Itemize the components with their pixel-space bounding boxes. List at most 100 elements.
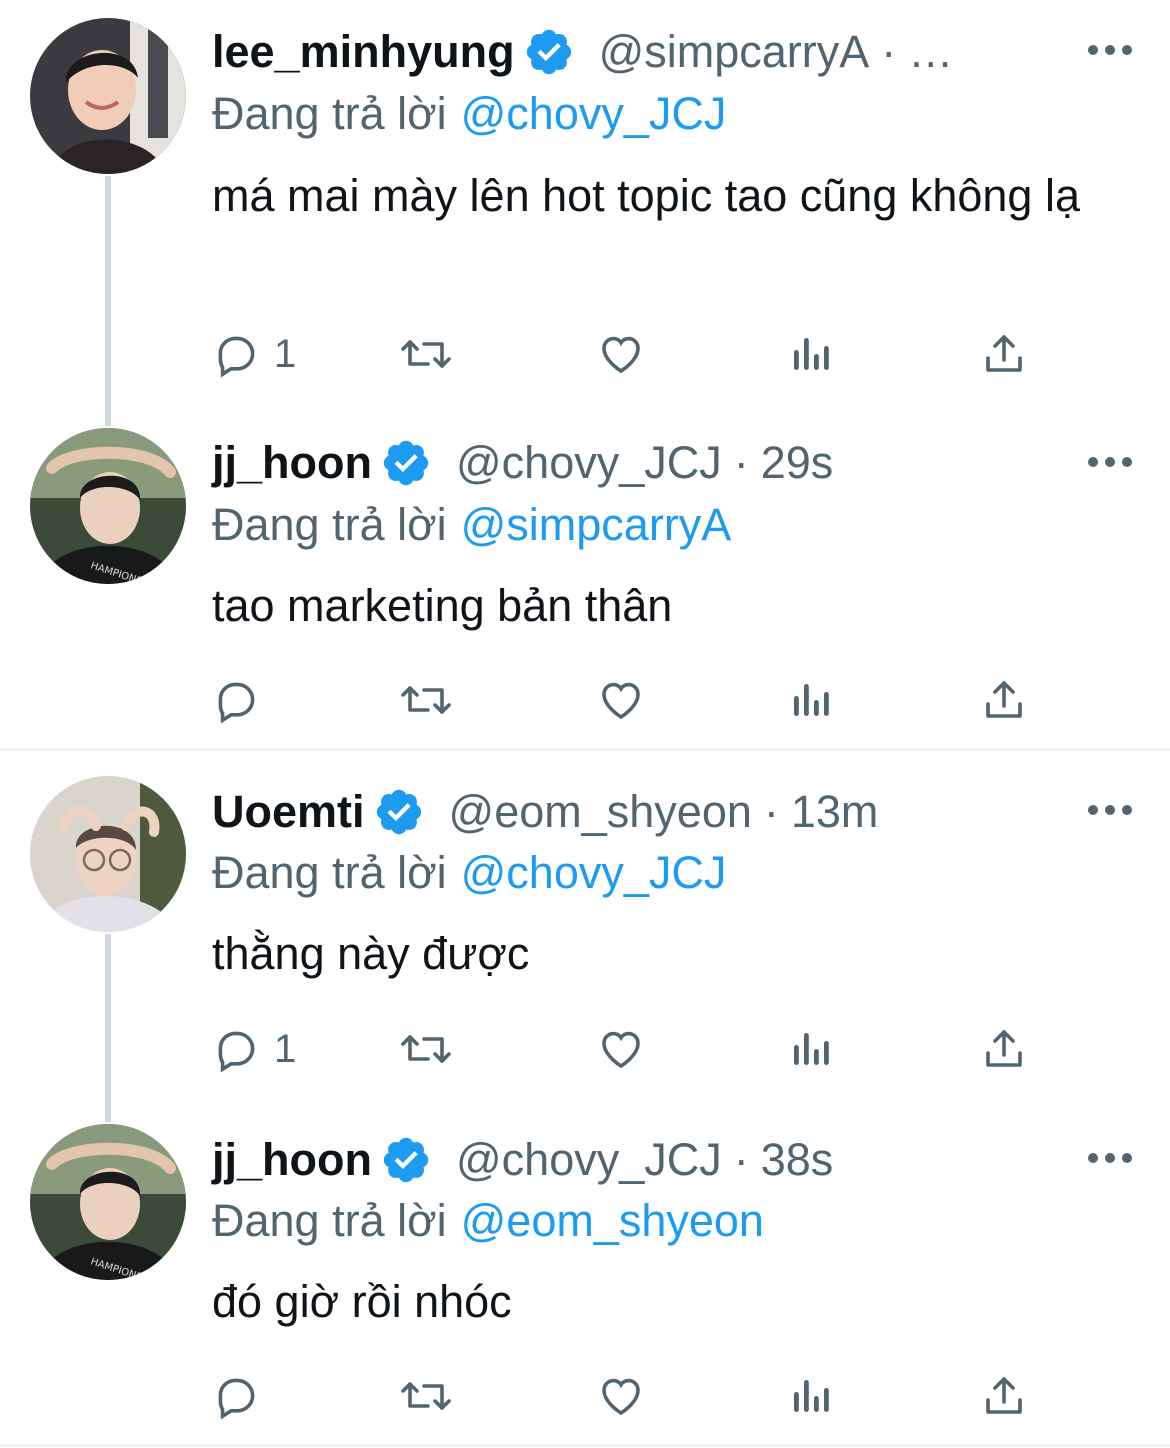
replying-to: Đang trả lời @eom_shyeon (212, 1191, 764, 1251)
avatar-photo: HAMPIONS (30, 1124, 186, 1280)
tweet-text: đó giờ rồi nhóc (212, 1276, 512, 1327)
more-options-button[interactable] (1088, 40, 1132, 60)
more-dot-icon (1088, 805, 1098, 815)
analytics-icon (794, 1380, 829, 1412)
replying-to-label: Đang trả lời (212, 1195, 447, 1246)
share-button[interactable] (980, 1366, 1028, 1426)
replying-to-mention[interactable]: @chovy_JCJ (461, 847, 727, 898)
retweet-button[interactable] (398, 1366, 454, 1426)
tweet-actions: 1 (212, 324, 1062, 384)
retweet-button[interactable] (398, 1019, 454, 1079)
more-dot-icon (1122, 1153, 1132, 1163)
avatar[interactable]: HAMPIONS (30, 1124, 186, 1280)
tweet-text: tao marketing bản thân (212, 580, 673, 631)
handle[interactable]: @simpcarryA (599, 22, 870, 82)
thread-connector-line (105, 934, 111, 1122)
share-button[interactable] (980, 1019, 1028, 1079)
share-button[interactable] (980, 670, 1028, 730)
thread-connector-line (105, 176, 111, 426)
handle[interactable]: @chovy_JCJ (456, 433, 722, 493)
separator-dot: · (733, 1134, 749, 1185)
retweet-icon (401, 340, 451, 368)
more-dot-icon (1122, 805, 1132, 815)
reply-icon (218, 682, 255, 724)
tweet-header: jj_hoon @chovy_JCJ · 29s (212, 433, 833, 493)
conversation-thread: lee_minhyung @simpcarryA · … Đang trả lờ… (0, 0, 1170, 1448)
more-dot-icon (1088, 45, 1098, 55)
tweet-header: lee_minhyung @simpcarryA · … (212, 22, 953, 82)
timestamp[interactable]: 13m (791, 782, 879, 842)
more-dot-icon (1122, 45, 1132, 55)
display-name[interactable]: jj_hoon (212, 1130, 372, 1190)
tweet-header: Uoemti @eom_shyeon · 13m (212, 782, 878, 842)
retweet-button[interactable] (398, 670, 454, 730)
retweet-icon (401, 686, 451, 714)
more-options-button[interactable] (1088, 800, 1132, 820)
reply-button[interactable]: 1 (212, 324, 296, 384)
display-name[interactable]: lee_minhyung (212, 22, 515, 82)
reply-button[interactable] (212, 1366, 274, 1426)
timestamp[interactable]: … (908, 22, 953, 82)
analytics-icon (794, 338, 829, 370)
more-dot-icon (1088, 1153, 1098, 1163)
separator-dot: · (881, 26, 897, 77)
timestamp[interactable]: 38s (761, 1130, 834, 1190)
share-button[interactable] (980, 324, 1028, 384)
reply-count: 1 (274, 1026, 297, 1071)
avatar-photo (30, 18, 186, 174)
like-icon (602, 1031, 640, 1069)
like-button[interactable] (596, 1019, 646, 1079)
analytics-button[interactable] (790, 670, 834, 730)
more-options-button[interactable] (1088, 1148, 1132, 1168)
avatar[interactable] (30, 776, 186, 932)
reply-button[interactable] (212, 670, 274, 730)
share-icon (986, 1377, 1022, 1414)
reply-icon (218, 1378, 255, 1420)
handle[interactable]: @chovy_JCJ (456, 1130, 722, 1190)
replying-to-label: Đang trả lời (212, 847, 447, 898)
replying-to-mention[interactable]: @simpcarryA (461, 499, 732, 550)
reply-button[interactable]: 1 (212, 1019, 296, 1079)
avatar[interactable]: HAMPIONS (30, 428, 186, 584)
retweet-icon (401, 1382, 451, 1410)
verified-badge-icon (376, 789, 421, 835)
reply-icon (218, 336, 255, 378)
avatar-photo (30, 776, 186, 932)
retweet-icon (401, 1035, 451, 1063)
tweet-actions (212, 670, 1062, 730)
more-options-button[interactable] (1088, 452, 1132, 472)
tweet-actions: 1 (212, 1019, 1062, 1079)
analytics-icon (794, 1033, 829, 1065)
more-dot-icon (1105, 1153, 1115, 1163)
replying-to: Đang trả lời @chovy_JCJ (212, 843, 726, 903)
handle[interactable]: @eom_shyeon (449, 782, 752, 842)
like-button[interactable] (596, 670, 646, 730)
more-dot-icon (1105, 805, 1115, 815)
like-icon (602, 682, 640, 720)
more-dot-icon (1105, 45, 1115, 55)
analytics-button[interactable] (790, 324, 834, 384)
verified-badge-icon (383, 440, 429, 486)
replying-to-mention[interactable]: @eom_shyeon (461, 1195, 764, 1246)
like-button[interactable] (596, 324, 646, 384)
share-icon (986, 335, 1022, 372)
timestamp[interactable]: 29s (761, 433, 834, 493)
replying-to: Đang trả lời @simpcarryA (212, 495, 731, 555)
like-icon (602, 1378, 640, 1416)
avatar[interactable] (30, 18, 186, 174)
separator-dot: · (763, 786, 779, 837)
display-name[interactable]: jj_hoon (212, 433, 372, 493)
conversation-divider (0, 748, 1170, 751)
avatar-photo: HAMPIONS (30, 428, 186, 584)
analytics-button[interactable] (790, 1366, 834, 1426)
analytics-button[interactable] (790, 1019, 834, 1079)
like-button[interactable] (596, 1366, 646, 1426)
share-icon (986, 681, 1022, 718)
retweet-button[interactable] (398, 324, 454, 384)
analytics-icon (794, 684, 829, 716)
display-name[interactable]: Uoemti (212, 782, 365, 842)
tweet-actions (212, 1366, 1062, 1426)
replying-to-label: Đang trả lời (212, 499, 447, 550)
replying-to-mention[interactable]: @chovy_JCJ (461, 88, 727, 139)
more-dot-icon (1122, 457, 1132, 467)
